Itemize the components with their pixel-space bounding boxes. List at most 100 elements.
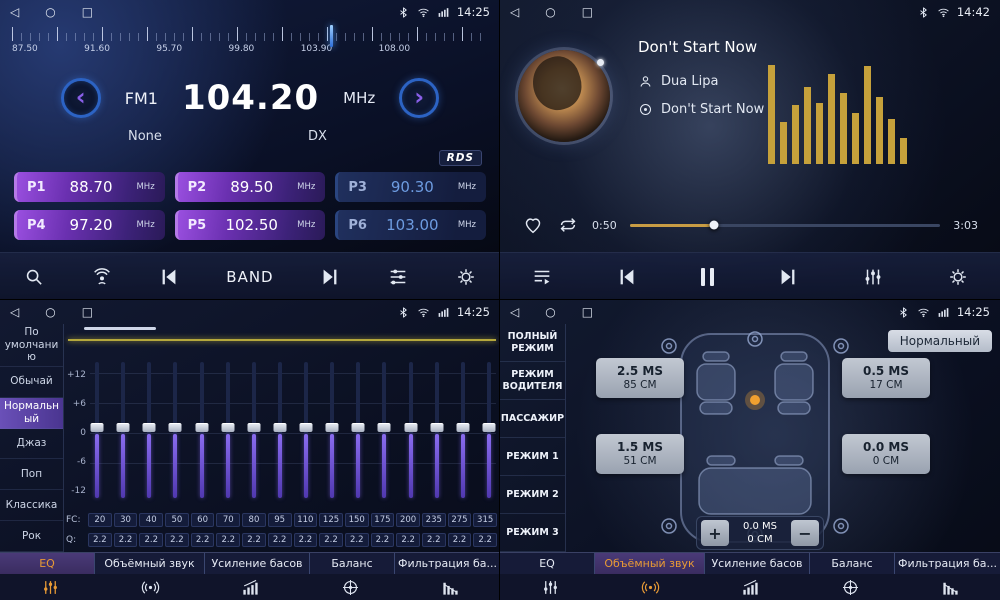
- eq-preset-classic[interactable]: Классика: [0, 490, 63, 521]
- seek-bar[interactable]: [630, 224, 941, 227]
- delay-adjust-bar: + 0.0 MS 0 CM −: [696, 516, 824, 550]
- eq-tab-icon[interactable]: [500, 578, 600, 597]
- eq-band-slider[interactable]: [325, 362, 339, 498]
- eq-band-slider[interactable]: [116, 362, 130, 498]
- tab-filter[interactable]: Фильтрация ба...: [395, 553, 500, 574]
- eq-tab-icon[interactable]: [0, 578, 100, 597]
- tab-bass-boost[interactable]: Усиление басов: [705, 553, 810, 574]
- listening-position-dot[interactable]: [750, 395, 760, 405]
- repeat-button[interactable]: [557, 214, 579, 236]
- nav-back-button[interactable]: ◁: [10, 5, 19, 19]
- bass-tab-icon[interactable]: [200, 578, 300, 597]
- tab-surround[interactable]: Объёмный звук: [95, 553, 205, 574]
- mode-1[interactable]: РЕЖИМ 1: [500, 438, 565, 476]
- nav-recents-button[interactable]: □: [82, 5, 93, 19]
- rear-right-delay-button[interactable]: 0.0 MS 0 CM: [842, 434, 930, 474]
- eq-band-slider[interactable]: [377, 362, 391, 498]
- tab-bass-boost[interactable]: Усиление басов: [205, 553, 310, 574]
- scan-button[interactable]: [23, 266, 45, 288]
- mode-3[interactable]: РЕЖИМ 3: [500, 514, 565, 552]
- tab-eq[interactable]: EQ: [0, 553, 95, 574]
- eq-band-slider[interactable]: [404, 362, 418, 498]
- fc-value: 50: [165, 513, 189, 527]
- tab-filter[interactable]: Фильтрация ба...: [895, 553, 1000, 574]
- tune-down-button[interactable]: ‹: [61, 78, 101, 118]
- surround-tab-icon[interactable]: [100, 578, 200, 597]
- preset-button-6[interactable]: P6 103.00 MHz: [335, 210, 486, 240]
- nav-home-button[interactable]: ○: [45, 5, 55, 19]
- nav-back-button[interactable]: ◁: [510, 305, 519, 319]
- eq-band-slider[interactable]: [221, 362, 235, 498]
- mode-driver[interactable]: РЕЖИМ ВОДИТЕЛЯ: [500, 362, 565, 400]
- decrease-delay-button[interactable]: −: [791, 520, 819, 546]
- rear-left-delay-button[interactable]: 1.5 MS 51 CM: [596, 434, 684, 474]
- front-left-delay-button[interactable]: 2.5 MS 85 CM: [596, 358, 684, 398]
- tune-up-button[interactable]: ›: [399, 78, 439, 118]
- preset-button-4[interactable]: P4 97.20 MHz: [14, 210, 165, 240]
- preset-button-2[interactable]: P2 89.50 MHz: [175, 172, 326, 202]
- balance-tab-icon[interactable]: [300, 578, 400, 597]
- signal-icon: [437, 6, 450, 19]
- surround-tab-icon[interactable]: [600, 578, 700, 597]
- tab-balance[interactable]: Баланс: [310, 553, 395, 574]
- preset-button-3[interactable]: P3 90.30 MHz: [335, 172, 486, 202]
- nav-back-button[interactable]: ◁: [510, 5, 519, 19]
- filter-tab-icon[interactable]: [900, 578, 1000, 597]
- equalizer-button[interactable]: [862, 266, 884, 288]
- eq-band-slider[interactable]: [299, 362, 313, 498]
- eq-band-slider[interactable]: [430, 362, 444, 498]
- eq-preset-rock[interactable]: Рок: [0, 521, 63, 552]
- stations-button[interactable]: [91, 266, 113, 288]
- nav-home-button[interactable]: ○: [45, 305, 55, 319]
- eq-band-slider[interactable]: [351, 362, 365, 498]
- nav-home-button[interactable]: ○: [545, 5, 555, 19]
- eq-preset-jazz[interactable]: Джаз: [0, 429, 63, 460]
- eq-preset-custom[interactable]: Обычай: [0, 367, 63, 398]
- radio-toolbar: BAND: [0, 252, 500, 300]
- favorite-button[interactable]: [522, 214, 544, 236]
- mode-full[interactable]: ПОЛНЫЙ РЕЖИМ: [500, 324, 565, 362]
- balance-tab-icon[interactable]: [800, 578, 900, 597]
- nav-recents-button[interactable]: □: [82, 305, 93, 319]
- eq-band-slider[interactable]: [482, 362, 496, 498]
- nav-recents-button[interactable]: □: [582, 5, 593, 19]
- mode-2[interactable]: РЕЖИМ 2: [500, 476, 565, 514]
- profile-button[interactable]: Нормальный: [888, 330, 992, 352]
- eq-band-slider[interactable]: [142, 362, 156, 498]
- nav-back-button[interactable]: ◁: [10, 305, 19, 319]
- eq-band-slider[interactable]: [247, 362, 261, 498]
- pause-button[interactable]: [701, 268, 714, 286]
- eq-band-slider[interactable]: [456, 362, 470, 498]
- prev-track-button[interactable]: [616, 266, 638, 288]
- audio-settings-button[interactable]: [387, 266, 409, 288]
- filter-tab-icon[interactable]: [400, 578, 500, 597]
- tab-surround[interactable]: Объёмный звук: [595, 553, 705, 574]
- tab-balance[interactable]: Баланс: [810, 553, 895, 574]
- bass-tab-icon[interactable]: [700, 578, 800, 597]
- eq-band-slider[interactable]: [90, 362, 104, 498]
- playlist-button[interactable]: [531, 266, 553, 288]
- tab-eq[interactable]: EQ: [500, 553, 595, 574]
- eq-band-slider[interactable]: [273, 362, 287, 498]
- eq-preset-default[interactable]: По умолчанию: [0, 324, 63, 367]
- increase-delay-button[interactable]: +: [701, 520, 729, 546]
- seek-knob[interactable]: [709, 221, 718, 230]
- status-time: 14:25: [457, 305, 490, 319]
- nav-recents-button[interactable]: □: [582, 305, 593, 319]
- eq-preset-normal[interactable]: Нормальный: [0, 398, 63, 429]
- eq-band-slider[interactable]: [195, 362, 209, 498]
- bluetooth-icon: [397, 6, 410, 19]
- preset-button-1[interactable]: P1 88.70 MHz: [14, 172, 165, 202]
- settings-button[interactable]: [455, 266, 477, 288]
- preset-button-5[interactable]: P5 102.50 MHz: [175, 210, 326, 240]
- front-right-delay-button[interactable]: 0.5 MS 17 CM: [842, 358, 930, 398]
- band-button[interactable]: BAND: [226, 268, 273, 286]
- next-track-button[interactable]: [777, 266, 799, 288]
- eq-band-slider[interactable]: [168, 362, 182, 498]
- eq-preset-pop[interactable]: Поп: [0, 459, 63, 490]
- next-station-button[interactable]: [319, 266, 341, 288]
- nav-home-button[interactable]: ○: [545, 305, 555, 319]
- mode-passenger[interactable]: ПАССАЖИР: [500, 400, 565, 438]
- prev-station-button[interactable]: [158, 266, 180, 288]
- settings-button[interactable]: [947, 266, 969, 288]
